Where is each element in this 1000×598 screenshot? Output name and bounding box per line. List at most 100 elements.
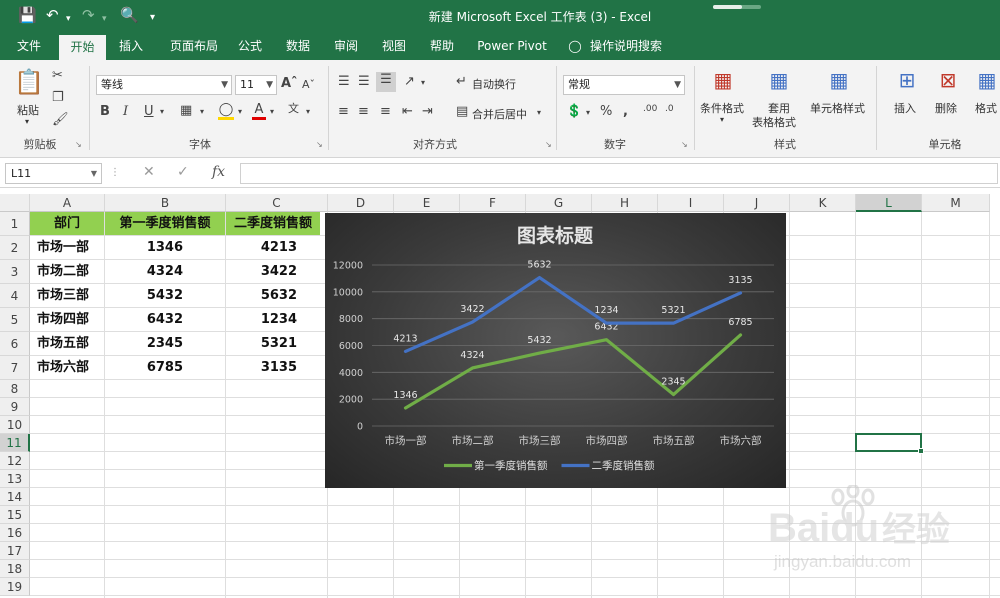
phonetic-dropdown-icon[interactable]: ▾ (306, 107, 310, 116)
header-cell[interactable]: 二季度销售额 (226, 212, 320, 235)
row-header-9[interactable]: 9 (0, 398, 30, 416)
number-launcher-icon[interactable]: ↘ (681, 140, 688, 149)
insert-cells-icon[interactable]: ⊞ (894, 68, 920, 94)
table-cell[interactable]: 6432 (105, 308, 225, 331)
header-cell[interactable]: 部门 (30, 212, 104, 235)
row-header-2[interactable]: 2 (0, 236, 30, 260)
tell-me-search[interactable]: 操作说明搜索 (590, 32, 670, 60)
font-launcher-icon[interactable]: ↘ (316, 140, 323, 149)
percent-icon[interactable]: % (600, 104, 612, 119)
table-cell[interactable]: 2345 (105, 332, 225, 355)
conditional-dropdown-icon[interactable]: ▾ (720, 115, 724, 124)
align-top-icon[interactable]: ☰ (338, 74, 350, 89)
tab-page-layout[interactable]: 页面布局 (160, 32, 228, 60)
underline-dropdown-icon[interactable]: ▾ (160, 107, 164, 116)
line-chart[interactable]: 图表标题 0 2000 4000 6000 8000 10000 12000 市场一部 市场二部 市… (325, 213, 786, 488)
row-header-5[interactable]: 5 (0, 308, 30, 332)
accounting-format-icon[interactable]: 💲 (566, 104, 582, 119)
italic-button[interactable]: I (123, 104, 128, 119)
border-icon[interactable]: ▦ (180, 103, 192, 118)
paste-dropdown-icon[interactable]: ▾ (25, 117, 29, 126)
orientation-icon[interactable]: ↗ (404, 74, 415, 89)
align-middle-icon[interactable]: ☰ (358, 74, 370, 89)
table-cell[interactable]: 5432 (105, 284, 225, 307)
format-as-table-line2[interactable]: 表格格式 (752, 114, 796, 130)
row-header-1[interactable]: 1 (0, 212, 30, 236)
fill-color-dropdown-icon[interactable]: ▾ (238, 107, 242, 116)
tab-view[interactable]: 视图 (374, 32, 414, 60)
increase-font-icon[interactable]: Aˆ (281, 76, 298, 91)
column-header-b[interactable]: B (105, 194, 226, 212)
row-header-4[interactable]: 4 (0, 284, 30, 308)
row-header-14[interactable]: 14 (0, 488, 30, 506)
align-center-icon[interactable]: ≡ (358, 104, 369, 119)
select-all-corner[interactable] (0, 194, 30, 212)
format-cells-icon[interactable]: ▦ (975, 68, 999, 94)
wrap-text-button[interactable]: 自动换行 (472, 76, 516, 92)
column-header-c[interactable]: C (226, 194, 328, 212)
column-header-l[interactable]: L (856, 194, 922, 212)
row-header-15[interactable]: 15 (0, 506, 30, 524)
column-header-f[interactable]: F (460, 194, 526, 212)
row-header-6[interactable]: 6 (0, 332, 30, 356)
table-cell[interactable]: 4324 (105, 260, 225, 283)
font-size-select[interactable]: 11 ▼ (235, 75, 277, 95)
tab-help[interactable]: 帮助 (422, 32, 462, 60)
table-cell[interactable]: 6785 (105, 356, 225, 379)
name-box[interactable]: L11 ▼ (5, 163, 102, 184)
bold-button[interactable]: B (100, 104, 110, 119)
table-cell[interactable]: 市场五部 (30, 332, 104, 355)
conditional-formatting-icon[interactable]: ▦ (710, 68, 736, 94)
format-painter-icon[interactable]: 🖌 (52, 112, 69, 127)
column-header-a[interactable]: A (30, 194, 105, 212)
increase-indent-icon[interactable]: ⇥ (422, 104, 433, 119)
row-header-3[interactable]: 3 (0, 260, 30, 284)
table-cell[interactable]: 5632 (226, 284, 327, 307)
table-cell[interactable]: 1346 (105, 236, 225, 259)
row-header-18[interactable]: 18 (0, 560, 30, 578)
merge-center-icon[interactable]: ▤ (456, 104, 468, 119)
orientation-dropdown-icon[interactable]: ▾ (421, 78, 425, 87)
table-cell[interactable]: 1234 (226, 308, 327, 331)
table-cell[interactable]: 3135 (226, 356, 327, 379)
cell-styles-button[interactable]: 单元格样式 (810, 100, 865, 116)
table-cell[interactable]: 5321 (226, 332, 327, 355)
row-header-12[interactable]: 12 (0, 452, 30, 470)
row-header-7[interactable]: 7 (0, 356, 30, 380)
comma-style-icon[interactable]: , (623, 104, 628, 119)
format-cells-button[interactable]: 格式 (975, 100, 997, 116)
table-cell[interactable]: 市场二部 (30, 260, 104, 283)
column-header-g[interactable]: G (526, 194, 592, 212)
increase-decimal-icon[interactable]: .00 (643, 104, 657, 114)
insert-cells-button[interactable]: 插入 (894, 100, 916, 116)
border-dropdown-icon[interactable]: ▾ (200, 107, 204, 116)
row-header-11[interactable]: 11 (0, 434, 30, 452)
row-header-17[interactable]: 17 (0, 542, 30, 560)
font-name-select[interactable]: 等线 ▼ (96, 75, 232, 95)
tab-insert[interactable]: 插入 (110, 32, 152, 60)
accounting-dropdown-icon[interactable]: ▾ (586, 108, 590, 117)
phonetic-guide-icon[interactable]: 文 (288, 100, 299, 116)
format-as-table-icon[interactable]: ▦ (766, 68, 792, 94)
align-right-icon[interactable]: ≡ (380, 104, 391, 119)
table-cell[interactable]: 市场一部 (30, 236, 104, 259)
paste-icon[interactable]: 📋 (14, 68, 44, 98)
column-header-e[interactable]: E (394, 194, 460, 212)
copy-icon[interactable]: ❐ (52, 90, 64, 105)
decrease-decimal-icon[interactable]: .0 (665, 104, 674, 114)
alignment-launcher-icon[interactable]: ↘ (545, 140, 552, 149)
tab-data[interactable]: 数据 (278, 32, 318, 60)
decrease-indent-icon[interactable]: ⇤ (402, 104, 413, 119)
merge-dropdown-icon[interactable]: ▾ (537, 108, 541, 117)
conditional-formatting-button[interactable]: 条件格式 (700, 100, 744, 116)
table-cell[interactable]: 市场六部 (30, 356, 104, 379)
table-cell[interactable]: 4213 (226, 236, 327, 259)
font-color-icon[interactable]: A (252, 102, 266, 120)
clipboard-launcher-icon[interactable]: ↘ (75, 140, 82, 149)
row-header-10[interactable]: 10 (0, 416, 30, 434)
table-cell[interactable]: 市场四部 (30, 308, 104, 331)
delete-cells-icon[interactable]: ⊠ (935, 68, 961, 94)
selected-cell[interactable] (855, 433, 924, 454)
table-cell[interactable]: 市场三部 (30, 284, 104, 307)
cancel-icon[interactable]: ✕ (143, 164, 155, 180)
